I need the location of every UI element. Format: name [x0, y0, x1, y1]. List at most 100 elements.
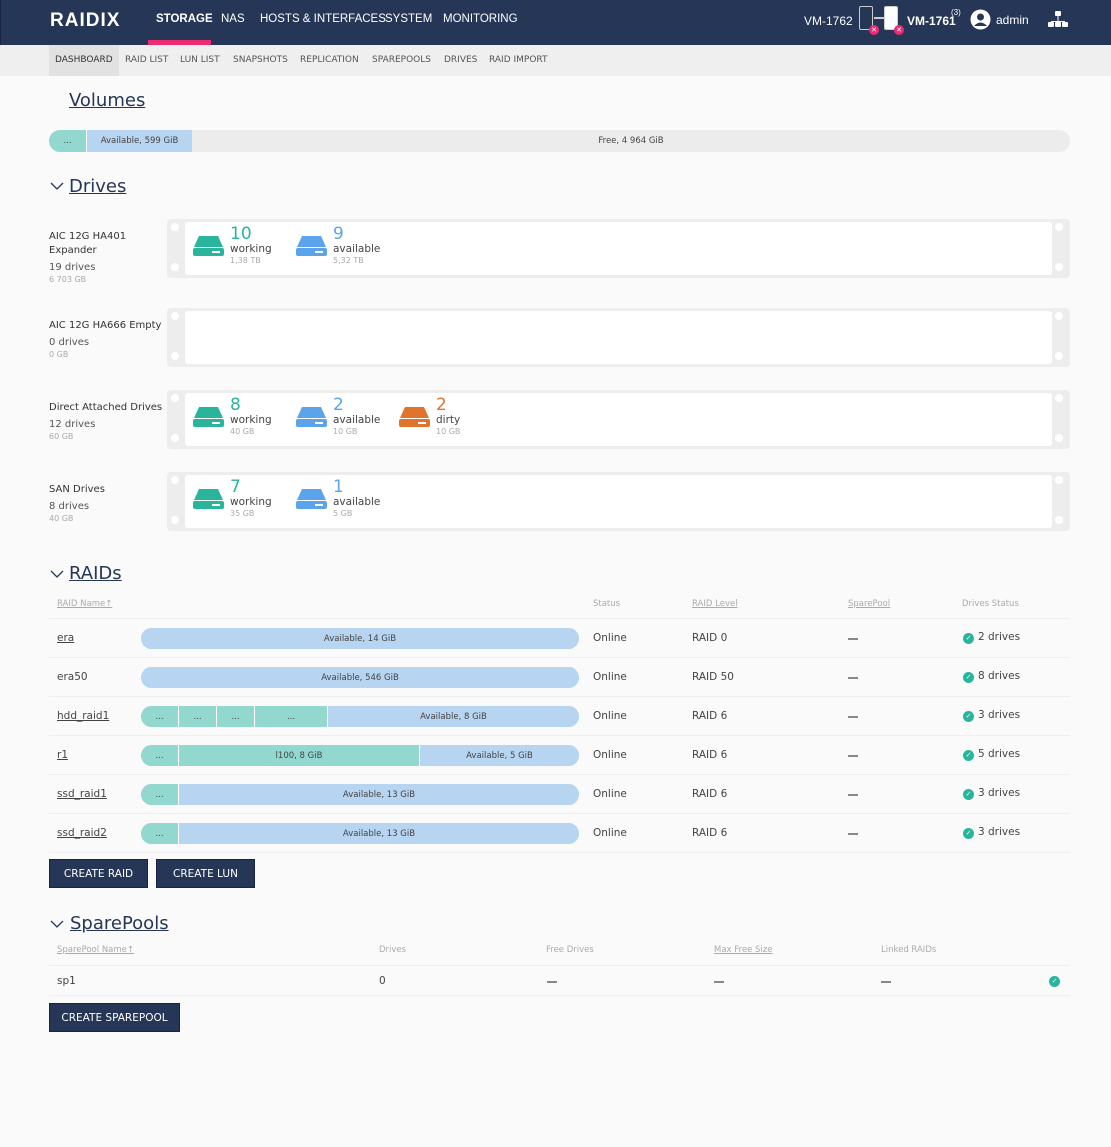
user-name[interactable]: admin	[996, 13, 1029, 27]
enclosure-name: Direct Attached Drives	[49, 402, 163, 413]
raid-segment-available[interactable]: Available, 8 GiB	[328, 706, 579, 727]
subnav-lun-list[interactable]: LUN LIST	[174, 45, 226, 76]
hard-drive-icon	[193, 407, 224, 427]
col-status: Status	[593, 599, 621, 609]
sparepools-collapse-chevron-icon[interactable]	[50, 918, 64, 932]
raidix-logo[interactable]: RAIDIX	[50, 10, 120, 32]
create-sparepool-button[interactable]: CREATE SPAREPOOL	[49, 1003, 180, 1032]
col-raid-level[interactable]: RAID Level	[692, 599, 738, 609]
col-max-free-size[interactable]: Max Free Size	[714, 945, 772, 955]
subnav-replication[interactable]: REPLICATION	[294, 45, 365, 76]
raid-name[interactable]: era	[57, 632, 74, 644]
raid-segment-available[interactable]: Available, 13 GiB	[179, 784, 579, 805]
raid-segment-available[interactable]: Available, 14 GiB	[141, 628, 579, 649]
drive-group-working[interactable]: 7 working 35 GB	[192, 478, 287, 522]
raid-segment-available[interactable]: Available, 5 GiB	[420, 745, 579, 766]
sparepool-free-drives-empty	[547, 981, 557, 983]
raid-name[interactable]: r1	[57, 749, 68, 761]
raid-capacity-bar: ... l100, 8 GiB Available, 5 GiB	[141, 745, 579, 766]
enclosure-chassis[interactable]: 7 working 35 GB 1 available 5 GB	[167, 472, 1070, 531]
raid-level: RAID 6	[692, 710, 728, 722]
volumes-title[interactable]: Volumes	[69, 90, 145, 111]
sparepool-row[interactable]: sp1 0 ✓	[49, 965, 1070, 996]
hard-drive-icon	[296, 236, 327, 256]
node-left-device-icon[interactable]: ✕	[859, 6, 879, 35]
col-raid-name[interactable]: RAID Name↑	[57, 599, 112, 609]
drive-group-count: 7	[230, 477, 241, 497]
raid-segment-used[interactable]: l100, 8 GiB	[179, 745, 420, 766]
nav-system[interactable]: SYSTEM	[385, 13, 432, 25]
drive-group-label: working	[230, 243, 272, 255]
create-lun-button[interactable]: CREATE LUN	[156, 859, 255, 888]
subnav-raid-list[interactable]: RAID LIST	[119, 45, 174, 76]
raid-name: era50	[57, 671, 88, 683]
raid-name[interactable]: ssd_raid2	[57, 827, 107, 839]
raid-segment-used[interactable]: ...	[255, 706, 328, 727]
raid-segment-used[interactable]: ...	[179, 706, 217, 727]
sparepools-title[interactable]: SparePools	[70, 913, 169, 934]
rack-mount-hole	[1055, 516, 1063, 524]
raid-segment-used[interactable]: ...	[141, 823, 179, 844]
node-right-label[interactable]: VM-1761	[907, 14, 956, 28]
subnav-raid-import[interactable]: RAID IMPORT	[483, 45, 554, 76]
raid-name[interactable]: ssd_raid1	[57, 788, 107, 800]
enclosure-chassis[interactable]: 10 working 1,38 TB 9 available 5,32 TB	[167, 219, 1070, 278]
drive-group-available[interactable]: 9 available 5,32 TB	[295, 225, 390, 269]
raid-row[interactable]: hdd_raid1............ Available, 8 GiB Onl…	[49, 697, 1070, 736]
drive-group-working[interactable]: 8 working 40 GB	[192, 396, 287, 440]
subnav-dashboard[interactable]: DASHBOARD	[49, 45, 119, 76]
error-icon: ✕	[894, 25, 904, 35]
drive-group-size: 40 GB	[230, 427, 255, 436]
raid-capacity-bar: ... Available, 13 GiB	[141, 784, 579, 805]
volume-segment-used[interactable]: ...	[49, 130, 87, 152]
raid-row[interactable]: era50 Available, 546 GiB Online RAID 50 ✓ 8 d…	[49, 658, 1070, 697]
raid-segment-used[interactable]: ...	[141, 706, 179, 727]
enclosure-chassis[interactable]: 8 working 40 GB 2 available 10 GB 2 dirty 10 GB	[167, 390, 1070, 449]
drive-group-available[interactable]: 2 available 10 GB	[295, 396, 390, 440]
sparepool-name: sp1	[57, 975, 76, 987]
raid-row[interactable]: r1... l100, 8 GiB Available, 5 GiB Online RA…	[49, 736, 1070, 775]
drive-group-working[interactable]: 10 working 1,38 TB	[192, 225, 287, 269]
col-sparepool-name[interactable]: SparePool Name↑	[57, 945, 134, 955]
drives-collapse-chevron-icon[interactable]	[50, 180, 64, 194]
raid-segment-used[interactable]: ...	[141, 745, 179, 766]
drives-ok-check-icon: ✓	[963, 789, 974, 800]
rack-mount-hole	[1055, 476, 1063, 484]
rack-mount-hole	[171, 394, 179, 402]
network-topology-icon[interactable]	[1047, 10, 1069, 30]
volume-segment-available[interactable]: Available, 599 GiB	[87, 130, 192, 152]
raids-collapse-chevron-icon[interactable]	[50, 568, 64, 582]
node-right-device-icon[interactable]: ✕	[884, 6, 904, 35]
raid-name[interactable]: hdd_raid1	[57, 710, 109, 722]
raid-row[interactable]: ssd_raid2... Available, 13 GiB Online RAID …	[49, 814, 1070, 853]
raid-segment-used[interactable]: ...	[141, 784, 179, 805]
nav-hosts-interfaces[interactable]: HOSTS & INTERFACES	[260, 13, 386, 25]
raids-title[interactable]: RAIDs	[69, 563, 122, 584]
sparepool-ok-check-icon: ✓	[1049, 976, 1060, 987]
enclosure-size: 6 703 GB	[49, 275, 87, 284]
nav-nas[interactable]: NAS	[221, 13, 245, 25]
raid-row[interactable]: era Available, 14 GiB Online RAID 0 ✓ 2 drive…	[49, 619, 1070, 658]
drive-group-size: 1,38 TB	[230, 256, 261, 265]
nav-storage[interactable]: STORAGE	[156, 13, 213, 25]
raid-segment-available[interactable]: Available, 13 GiB	[179, 823, 579, 844]
node-left-label[interactable]: VM-1762	[804, 14, 853, 28]
enclosure-chassis[interactable]	[167, 308, 1070, 367]
subnav-snapshots[interactable]: SNAPSHOTS	[227, 45, 294, 76]
drives-title[interactable]: Drives	[69, 176, 126, 197]
col-free-drives: Free Drives	[546, 945, 594, 955]
enclosure-size: 0 GB	[49, 350, 69, 359]
nav-monitoring[interactable]: MONITORING	[443, 13, 518, 25]
raid-segment-used[interactable]: ...	[217, 706, 255, 727]
col-sparepool[interactable]: SparePool	[848, 599, 890, 609]
drive-group-dirty[interactable]: 2 dirty 10 GB	[398, 396, 493, 440]
hard-drive-icon	[296, 407, 327, 427]
drive-group-available[interactable]: 1 available 5 GB	[295, 478, 390, 522]
create-raid-button[interactable]: CREATE RAID	[49, 859, 148, 888]
raid-segment-available[interactable]: Available, 546 GiB	[141, 667, 579, 688]
col-drives: Drives	[379, 945, 407, 955]
subnav-drives[interactable]: DRIVES	[438, 45, 483, 76]
user-avatar-icon[interactable]	[970, 9, 991, 30]
raid-row[interactable]: ssd_raid1... Available, 13 GiB Online RAID …	[49, 775, 1070, 814]
subnav-sparepools[interactable]: SPAREPOOLS	[366, 45, 437, 76]
